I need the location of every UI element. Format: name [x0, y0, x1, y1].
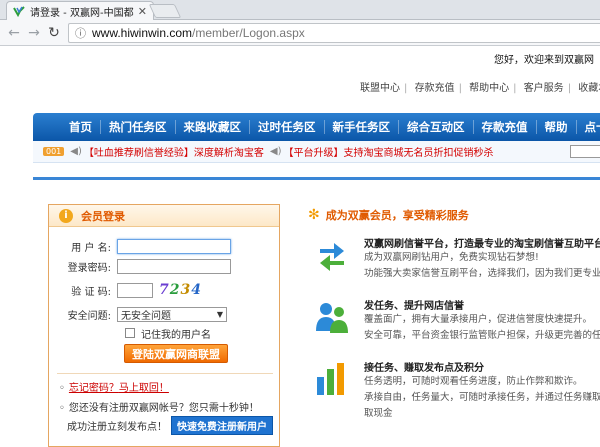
service-title: 接任务、赚取发布点及积分 [364, 363, 484, 374]
captcha-label: 验 证 码: [71, 286, 111, 298]
browser-toolbar: ← → ↻ ⓘ www.hiwinwin.com/member/Logon.as… [0, 20, 600, 46]
tab-close-icon[interactable]: ✕ [138, 5, 147, 18]
speaker-icon: ◀) [70, 146, 82, 157]
browser-tab[interactable]: 请登录 - 双赢网-中国都 ✕ [6, 1, 154, 20]
link-help-center[interactable]: 帮助中心 [469, 83, 509, 94]
forgot-password: ◦ 忘记密码？马上取回！ [59, 383, 169, 394]
service-desc: 安全可靠，平台资金银行监管账户担保，升级更完善的任务担 [364, 330, 600, 341]
login-title: 会员登录 [81, 209, 125, 223]
nav-source-collect[interactable]: 来路收藏区 [176, 120, 250, 134]
register-prompt: 成功注册立刻发布点！ [67, 421, 167, 433]
tab-title: 请登录 - 双赢网-中国都 [30, 7, 134, 19]
reload-icon[interactable]: ↻ [44, 23, 64, 43]
forward-icon[interactable]: → [24, 23, 44, 43]
nav-expired-tasks[interactable]: 过时任务区 [250, 120, 325, 134]
remember-row: 记住我的用户名 [49, 324, 281, 342]
welcome-text: 您好，欢迎来到双赢网 [494, 55, 594, 66]
info-icon: i [59, 208, 73, 223]
password-input[interactable] [117, 258, 231, 274]
main-nav: 首页 热门任务区 来路收藏区 过时任务区 新手任务区 综合互动区 存款充值 帮助… [33, 113, 600, 141]
services-header: ✻ 成为双赢会员，享受精彩服务 [308, 207, 469, 223]
remember-checkbox[interactable] [125, 328, 135, 338]
page-info-icon[interactable]: ⓘ [75, 25, 86, 41]
captcha-row: 验 证 码: 7234 [49, 281, 281, 299]
new-tab-button[interactable] [148, 4, 182, 18]
password-row: 登录密码: [49, 257, 281, 275]
top-links: 联盟中心| 存款充值| 帮助中心| 客户服务| 收藏本站 [360, 79, 600, 94]
register-button[interactable]: 快速免费注册新用户 [171, 415, 273, 435]
link-bookmark[interactable]: 收藏本站 [578, 83, 600, 94]
login-divider [57, 373, 273, 374]
back-icon[interactable]: ← [4, 23, 24, 43]
username-label: 用 户 名: [71, 242, 111, 254]
chevron-down-icon: ▼ [216, 309, 223, 319]
site-favicon-icon [13, 6, 25, 17]
nav-newbie-tasks[interactable]: 新手任务区 [325, 120, 399, 134]
users-icon [316, 303, 348, 333]
tab-strip: 请登录 - 双赢网-中国都 ✕ [0, 0, 600, 20]
page-content: 您好，欢迎来到双赢网 联盟中心| 存款充值| 帮助中心| 客户服务| 收藏本站 … [0, 47, 600, 447]
nav-interactive[interactable]: 综合互动区 [399, 120, 474, 134]
login-button[interactable]: 登陆双赢网商联盟 [124, 344, 228, 363]
service-desc: 取现金 [364, 408, 393, 419]
security-question-select[interactable]: 无安全问题 ▼ [117, 306, 227, 322]
refresh-arrows-icon [320, 243, 344, 271]
username-row: 用 户 名: [49, 237, 281, 255]
services-title: 成为双赢会员，享受精彩服务 [325, 209, 469, 222]
service-title: 发任务、提升网店信誉 [364, 301, 464, 312]
notice-search-input[interactable] [570, 145, 600, 158]
nav-help[interactable]: 帮助 [537, 120, 577, 134]
notice-badge: 001 [43, 147, 65, 156]
notice-bar: 001 ◀) 【吐血推荐刷信誉经验】深度解析淘宝客 ◀) 【平台升级】支持淘宝商… [33, 141, 600, 163]
link-alliance-center[interactable]: 联盟中心 [360, 83, 400, 94]
login-box: i 会员登录 用 户 名: 登录密码: 验 证 码: 7234 安全问题: 无安… [48, 204, 280, 447]
register-question: ◦ 您还没有注册双赢网帐号？您只需十秒钟！ [59, 403, 259, 414]
nav-card[interactable]: 点卡代 [577, 120, 600, 134]
captcha-input[interactable] [117, 282, 153, 298]
remember-label: 记住我的用户名 [141, 329, 211, 341]
login-header: i 会员登录 [49, 205, 279, 227]
service-desc: 覆盖面广，拥有大量承接用户，促进信誉度快速提升。 [364, 314, 593, 325]
service-desc: 任务透明，可随时观看任务进度，防止作弊和欺诈。 [364, 376, 583, 387]
security-question-label: 安全问题: [67, 310, 111, 322]
address-bar[interactable]: ⓘ www.hiwinwin.com/member/Logon.aspx [68, 23, 600, 43]
nav-deposit[interactable]: 存款充值 [474, 120, 537, 134]
section-divider [33, 177, 600, 180]
url-text: www.hiwinwin.com/member/Logon.aspx [92, 26, 305, 40]
password-label: 登录密码: [67, 262, 111, 274]
bar-chart-icon [317, 363, 344, 395]
username-input[interactable] [117, 238, 231, 254]
captcha-image[interactable]: 7234 [159, 282, 202, 298]
notice-link-1[interactable]: 【吐血推荐刷信誉经验】深度解析淘宝客 [84, 144, 264, 159]
service-desc: 功能强大卖家信誉互刷平台，选择我们，因为我们更专业! [364, 268, 600, 279]
register-row: 成功注册立刻发布点！ 快速免费注册新用户 [49, 415, 281, 435]
service-desc: 成为双赢网刷钻用户，免费实现钻石梦想! [364, 252, 539, 263]
service-title: 双赢网刷信誉平台，打造最专业的淘宝刷信誉互助平台！ [364, 239, 600, 250]
link-customer-service[interactable]: 客户服务 [524, 83, 564, 94]
service-desc: 承接自由，任务量大，可随时承接任务，并通过任务赚取发布 [364, 392, 600, 403]
speaker-icon: ◀) [269, 146, 282, 157]
security-question-row: 安全问题: 无安全问题 ▼ [49, 305, 281, 323]
notice-link-2[interactable]: 【平台升级】支持淘宝商城无名员折扣促销秒杀 [283, 144, 493, 159]
flower-icon: ✻ [308, 207, 320, 223]
nav-home[interactable]: 首页 [61, 120, 101, 134]
nav-hot-tasks[interactable]: 热门任务区 [101, 120, 176, 134]
forgot-password-link[interactable]: 忘记密码？马上取回！ [69, 383, 169, 394]
link-deposit[interactable]: 存款充值 [415, 83, 455, 94]
